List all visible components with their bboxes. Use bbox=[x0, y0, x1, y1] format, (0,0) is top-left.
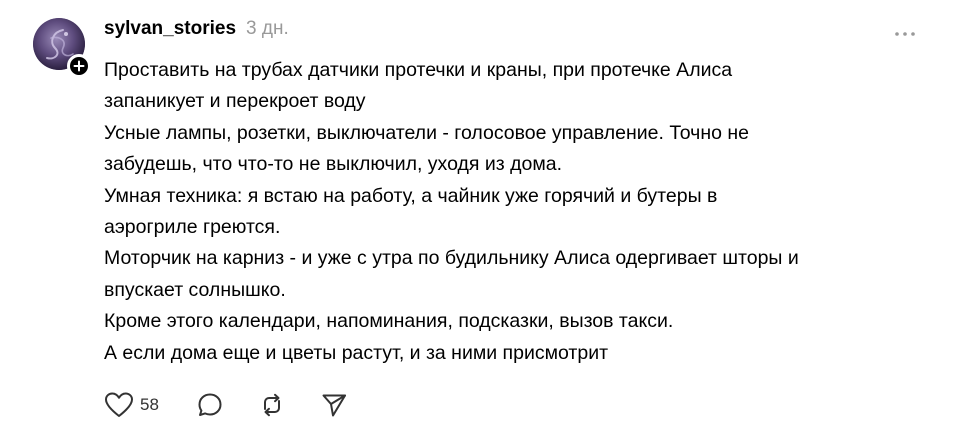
more-horizontal-icon bbox=[895, 32, 915, 36]
post-text-line: впускает солнышко. bbox=[104, 278, 286, 301]
send-icon bbox=[322, 394, 346, 417]
share-button[interactable] bbox=[320, 391, 360, 419]
more-options-button[interactable] bbox=[888, 22, 922, 46]
post-text-line: Проставить на трубах датчики протечки и … bbox=[104, 59, 733, 81]
username-link[interactable]: sylvan_stories bbox=[104, 18, 236, 40]
like-button[interactable]: 58 bbox=[104, 391, 196, 419]
post-text-line: Усные лампы, розетки, выключатели - голо… bbox=[104, 121, 749, 144]
post-text-line: запаникует и перекроет воду bbox=[104, 90, 366, 113]
follow-button[interactable] bbox=[67, 54, 91, 78]
post-text-line: Кроме этого календари, напоминания, подс… bbox=[104, 310, 674, 333]
post-text-line: Умная техника: я встаю на работу, а чайн… bbox=[104, 184, 718, 207]
like-count: 58 bbox=[140, 395, 159, 414]
post-body: Проставить на трубах датчики протечки и … bbox=[104, 55, 934, 369]
post-actions: 58 bbox=[104, 390, 360, 420]
comment-button[interactable] bbox=[196, 391, 258, 419]
comment-post: sylvan_stories 3 дн. Проставить на труба… bbox=[0, 0, 953, 439]
post-header: sylvan_stories 3 дн. bbox=[104, 18, 289, 48]
heart-icon bbox=[105, 392, 133, 417]
comment-icon bbox=[198, 393, 222, 416]
post-text-line: забудешь, что что-то не выключил, уходя … bbox=[104, 153, 563, 176]
plus-icon bbox=[73, 60, 85, 72]
post-timestamp: 3 дн. bbox=[246, 18, 289, 39]
post-text-line: А если дома еще и цветы растут, и за ним… bbox=[104, 341, 609, 364]
post-text-line: аэрогриле греются. bbox=[104, 216, 281, 239]
repost-icon bbox=[264, 393, 280, 417]
avatar-container bbox=[33, 18, 91, 78]
repost-button[interactable] bbox=[258, 391, 320, 419]
post-text-line: Моторчик на карниз - и уже с утра по буд… bbox=[104, 247, 799, 270]
